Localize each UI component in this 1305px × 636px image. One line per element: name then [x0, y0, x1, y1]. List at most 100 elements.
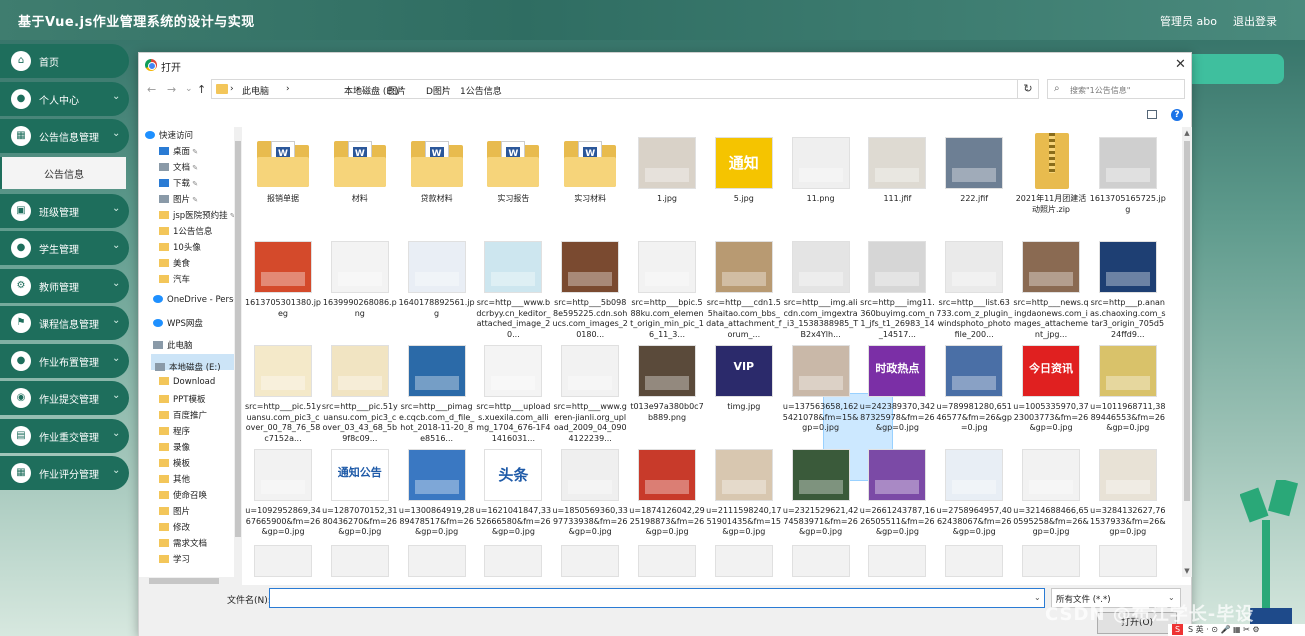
tree-item[interactable]: 图片 ✎	[159, 193, 198, 205]
image-file-item[interactable]: 头条 u=1621041847,3352666580&fm=26&gp=0.jpg	[475, 441, 551, 545]
close-icon[interactable]: ✕	[1175, 57, 1186, 72]
image-file-item[interactable]: u=789981280,65146577&fm=26&gp=0.jpg	[936, 337, 1012, 441]
sidebar-item-10[interactable]: ▦ 作业评分管理 ⌄	[0, 456, 129, 490]
breadcrumb-separator-icon[interactable]: ›	[286, 84, 290, 94]
image-file-item[interactable]: u=1874126042,2925198873&fm=26&gp=0.jpg	[629, 441, 705, 545]
tree-item[interactable]: 快速访问	[145, 129, 193, 141]
image-file-item[interactable]: src=http___uploads.xuexila.com_allimg_17…	[475, 337, 551, 443]
tree-item[interactable]: WPS网盘	[153, 317, 203, 329]
tree-item[interactable]: 使命召唤	[159, 489, 207, 501]
image-file-item[interactable]: src=http___cdn1.55haitao.com_bbs_data_at…	[706, 233, 782, 339]
tree-item[interactable]: 1公告信息	[159, 225, 212, 237]
breadcrumb-separator-icon[interactable]: ›	[400, 84, 404, 94]
tree-item[interactable]: jsp医院预约挂 ✎	[159, 209, 234, 221]
tree-item[interactable]: 美食	[159, 257, 190, 269]
image-file-item[interactable]: u=1850569360,3397733938&fm=26&gp=0.jpg	[552, 441, 628, 545]
sidebar-item-9[interactable]: ▤ 作业重交管理 ⌄	[0, 418, 129, 453]
sidebar-item-5[interactable]: ⚙ 教师管理 ⌄	[0, 268, 129, 303]
breadcrumb-separator-icon[interactable]: ›	[356, 84, 360, 94]
tree-item[interactable]: 图片	[159, 505, 190, 517]
image-file-item[interactable]: u=137563658,1625421078&fm=15&gp=0.jpg	[783, 337, 859, 441]
preview-pane-icon[interactable]	[1147, 110, 1157, 119]
up-arrow-icon[interactable]: ↑	[197, 83, 206, 96]
sidebar-subitem-announcement[interactable]: 公告信息	[0, 156, 126, 189]
image-file-item[interactable]: 1640178892561.jpg	[399, 233, 475, 337]
tree-item[interactable]: 下载 ✎	[159, 177, 198, 189]
forward-arrow-icon[interactable]: →	[167, 83, 176, 96]
image-file-item[interactable]: 通知 5.jpg	[706, 129, 782, 233]
scroll-up-icon[interactable]: ▲	[1182, 129, 1192, 137]
recent-dropdown-icon[interactable]: ⌄	[185, 84, 193, 94]
folder-item[interactable]: W 实习报告	[475, 129, 551, 233]
sidebar-item-4[interactable]: ● 学生管理 ⌄	[0, 231, 129, 265]
breadcrumb-separator-icon[interactable]: ›	[230, 84, 234, 94]
image-file-item[interactable]: src=http___www.geren-jianli.org_upload_2…	[552, 337, 628, 443]
image-file-item[interactable]: 今日资讯 u=1005335970,3723003773&fm=26&gp=0.j…	[1013, 337, 1089, 441]
tree-item[interactable]: 10头像	[159, 241, 201, 253]
breadcrumb-item[interactable]: 此电脑	[242, 84, 269, 97]
sidebar-item-7[interactable]: ● 作业布置管理 ⌄	[0, 343, 129, 378]
tree-item[interactable]: 文档 ✎	[159, 161, 198, 173]
zip-file-item[interactable]: 2021年11月团建活动照片.zip	[1013, 129, 1089, 233]
scroll-down-icon[interactable]: ▼	[1182, 567, 1192, 575]
image-file-item[interactable]: src=http___pic.51yuansu.com_pic3_cover_0…	[322, 337, 398, 443]
breadcrumb-item[interactable]: 1公告信息	[460, 84, 502, 97]
image-file-item[interactable]: u=3284132627,761537933&fm=26&gp=0.jpg	[1090, 441, 1166, 545]
tree-item[interactable]: 百度推广	[159, 409, 207, 421]
tree-item[interactable]: 其他	[159, 473, 190, 485]
image-file-item[interactable]: u=2321529621,4274583971&fm=26&gp=0.jpg	[783, 441, 859, 545]
image-file-item[interactable]: src=http___news.qingdaonews.com_images_a…	[1013, 233, 1089, 339]
tree-horizontal-scrollbar[interactable]	[139, 577, 242, 585]
tree-item[interactable]: 此电脑	[153, 339, 193, 351]
image-file-item[interactable]: src=http___pic.51yuansu.com_pic3_cover_0…	[245, 337, 321, 443]
image-file-item[interactable]: u=1011968711,3889446553&fm=26&gp=0.jpg	[1090, 337, 1166, 441]
image-file-item[interactable]: 111.jfif	[859, 129, 935, 233]
image-file-item[interactable]: u=2661243787,1626505511&fm=26&gp=0.jpg	[859, 441, 935, 545]
refresh-icon[interactable]: ↻	[1017, 79, 1039, 99]
address-bar[interactable]: › 此电脑 › 本地磁盘 (E:) › 图片 › D图片 › 1公告信息 ⌄	[211, 79, 1039, 99]
tree-item[interactable]: 程序	[159, 425, 190, 437]
folder-item[interactable]: W 报销单据	[245, 129, 321, 233]
image-file-item[interactable]: src=http___bpic.588ku.com_element_origin…	[629, 233, 705, 339]
tree-item[interactable]: 修改	[159, 521, 190, 533]
image-file-item[interactable]: VIP timg.jpg	[706, 337, 782, 441]
image-file-item[interactable]: 时政热点 u=242389370,34287325978&fm=26&gp=0.j…	[859, 337, 935, 441]
tree-item[interactable]: 本地磁盘 (E:)	[155, 361, 221, 373]
image-file-item[interactable]: 1613705301380.jpeg	[245, 233, 321, 337]
tree-item[interactable]: 需求文档	[159, 537, 207, 549]
sidebar-item-6[interactable]: ⚑ 课程信息管理 ⌄	[0, 306, 129, 340]
file-grid-scrollbar[interactable]: ▲ ▼	[1182, 127, 1192, 577]
image-file-item[interactable]: 1613705165725.jpg	[1090, 129, 1166, 233]
image-file-item[interactable]: u=2111598240,1751901435&fm=15&gp=0.jpg	[706, 441, 782, 545]
breadcrumb-separator-icon[interactable]: ›	[442, 84, 446, 94]
tree-item[interactable]: 汽车	[159, 273, 190, 285]
image-file-item[interactable]: 1639990268086.png	[322, 233, 398, 337]
file-grid-scroll-thumb[interactable]	[1184, 141, 1190, 501]
image-file-item[interactable]: 通知公告 u=1287070152,3180436270&fm=26&gp=0.j…	[322, 441, 398, 545]
tree-item[interactable]: 桌面 ✎	[159, 145, 198, 157]
tree-scroll-thumb[interactable]	[235, 141, 241, 537]
image-file-item[interactable]: src=http___pimage.cqcb.com_d_file_hot_20…	[399, 337, 475, 443]
folder-item[interactable]: W 材料	[322, 129, 398, 233]
tree-item[interactable]: PPT模板	[159, 393, 205, 405]
sidebar-item-8[interactable]: ◉ 作业提交管理 ⌄	[0, 381, 129, 415]
image-file-item[interactable]: src=http___list.63733.com_z_plugin_winds…	[936, 233, 1012, 339]
sidebar-item-0[interactable]: ⌂ 首页	[0, 44, 129, 78]
sidebar-item-3[interactable]: ▣ 班级管理 ⌄	[0, 193, 129, 228]
folder-item[interactable]: W 实习材料	[552, 129, 628, 233]
image-file-item[interactable]: t013e97a380b0c7b889.png	[629, 337, 705, 441]
tree-scrollbar[interactable]	[234, 127, 242, 577]
logout-link[interactable]: 退出登录	[1233, 13, 1277, 29]
image-file-item[interactable]: 222.jfif	[936, 129, 1012, 233]
image-file-item[interactable]: u=1300864919,2889478517&fm=26&gp=0.jpg	[399, 441, 475, 545]
image-file-item[interactable]: src=http___img.alicdn.com_imgextra_i3_15…	[783, 233, 859, 339]
image-file-item[interactable]: src=http___5b0988e595225.cdn.sohucs.com_…	[552, 233, 628, 339]
sidebar-item-2[interactable]: ▦ 公告信息管理 ⌄	[0, 119, 129, 153]
tree-item[interactable]: 模板	[159, 457, 190, 469]
image-file-item[interactable]: u=1092952869,3467665900&fm=26&gp=0.jpg	[245, 441, 321, 545]
image-file-item[interactable]: src=http___www.bdcrbyy.cn_keditor_attach…	[475, 233, 551, 339]
folder-item[interactable]: W 贷款材料	[399, 129, 475, 233]
search-box[interactable]: ⌕ 搜索"1公告信息"	[1047, 79, 1185, 99]
help-icon[interactable]: ?	[1171, 109, 1183, 121]
image-file-item[interactable]: 1.jpg	[629, 129, 705, 233]
